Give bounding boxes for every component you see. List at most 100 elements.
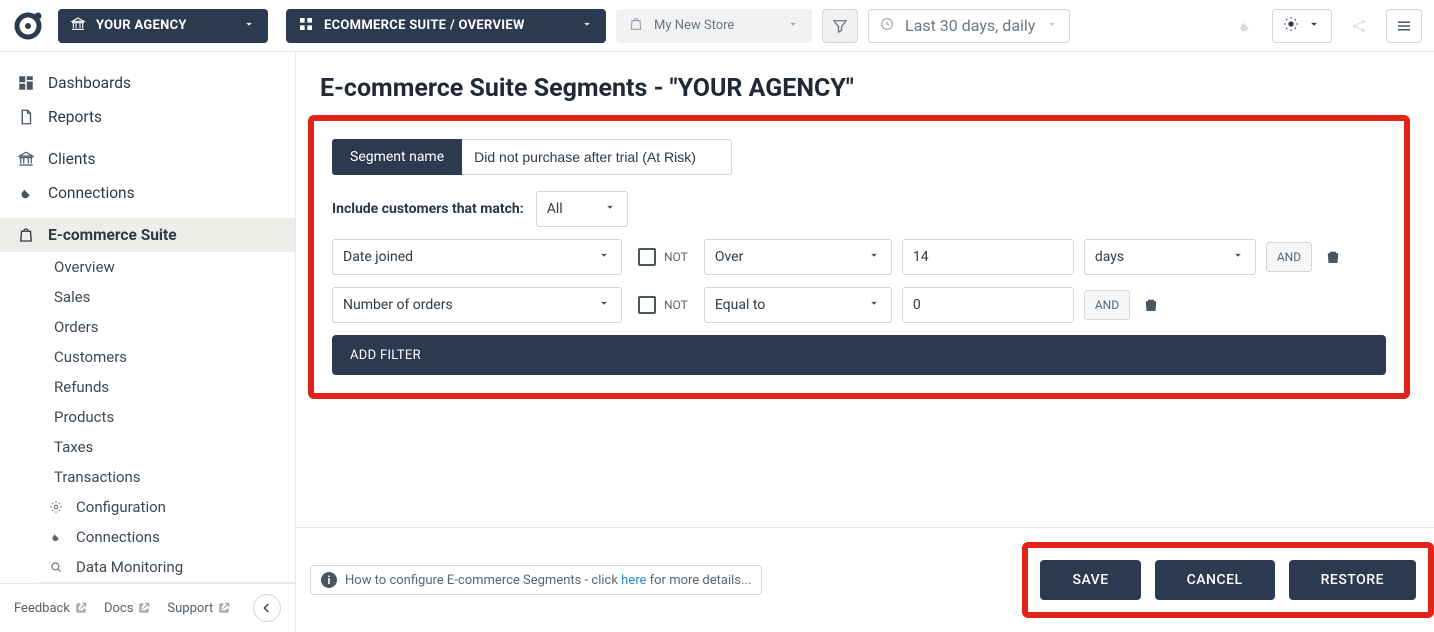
hint-prefix: How to configure E-commerce Segments - c…	[345, 573, 621, 588]
action-highlight: SAVE CANCEL RESTORE	[1022, 542, 1434, 618]
module-label: ECOMMERCE SUITE / OVERVIEW	[324, 18, 525, 33]
page-title: E-commerce Suite Segments - "YOUR AGENCY…	[296, 52, 1434, 115]
agency-switcher[interactable]: YOUR AGENCY	[58, 9, 268, 43]
footer-support[interactable]: Support	[167, 601, 231, 616]
sidebar-sub-taxes[interactable]: Taxes	[38, 432, 295, 462]
chevron-down-icon	[1307, 16, 1321, 35]
segment-name-label: Segment name	[332, 139, 462, 175]
sidebar-sub-products[interactable]: Products	[38, 402, 295, 432]
chevron-down-icon	[597, 248, 611, 266]
module-switcher[interactable]: ECOMMERCE SUITE / OVERVIEW	[286, 9, 606, 43]
bank-icon	[70, 16, 86, 36]
external-link-icon	[137, 601, 151, 615]
delete-row-button[interactable]	[1140, 294, 1162, 316]
not-checkbox[interactable]	[638, 296, 656, 314]
not-checkbox[interactable]	[638, 248, 656, 266]
external-link-icon	[74, 601, 88, 615]
field-select[interactable]: Number of orders	[332, 287, 622, 323]
footer-docs[interactable]: Docs	[104, 601, 151, 616]
sidebar-item-label: Dashboards	[48, 74, 131, 92]
sidebar-item-dashboards[interactable]: Dashboards	[0, 66, 295, 100]
theme-toggle[interactable]	[1272, 9, 1332, 43]
chevron-down-icon	[242, 16, 256, 35]
operator-select[interactable]: Equal to	[704, 287, 892, 323]
date-range-picker[interactable]: Last 30 days, daily	[868, 9, 1070, 43]
segment-editor: Segment name Include customers that matc…	[314, 121, 1404, 393]
sidebar-sub-transactions[interactable]: Transactions	[38, 462, 295, 492]
app-logo[interactable]	[8, 6, 48, 46]
chevron-down-icon	[1045, 16, 1059, 35]
sidebar-item-label: Clients	[48, 150, 95, 168]
value-input[interactable]: 0	[902, 287, 1074, 323]
bottom-bar: i How to configure E-commerce Segments -…	[296, 527, 1434, 632]
sidebar-sub-connections[interactable]: Connections	[38, 522, 295, 552]
restore-button[interactable]: RESTORE	[1289, 560, 1416, 600]
main: E-commerce Suite Segments - "YOUR AGENCY…	[296, 52, 1434, 632]
operator-select[interactable]: Over	[704, 239, 892, 275]
sidebar-item-label: Reports	[48, 108, 102, 126]
search-icon	[48, 560, 64, 574]
chevron-down-icon	[786, 16, 800, 35]
sidebar-sub-orders[interactable]: Orders	[38, 312, 295, 342]
save-button[interactable]: SAVE	[1040, 560, 1140, 600]
sidebar-sub-configuration[interactable]: Configuration	[38, 492, 295, 522]
logic-toggle[interactable]: AND	[1266, 242, 1312, 272]
hint-link[interactable]: here	[621, 573, 646, 588]
sidebar: Dashboards Reports Clients	[0, 52, 296, 632]
sidebar-sub-customers[interactable]: Customers	[38, 342, 295, 372]
clock-icon	[879, 16, 895, 36]
collapse-sidebar-button[interactable]	[253, 594, 281, 622]
match-label: Include customers that match:	[332, 201, 524, 217]
share-icon[interactable]	[1342, 9, 1376, 43]
segment-editor-highlight: Segment name Include customers that matc…	[308, 115, 1410, 399]
footer-feedback[interactable]: Feedback	[14, 601, 88, 616]
sidebar-sub-sales[interactable]: Sales	[38, 282, 295, 312]
store-switcher[interactable]: My New Store	[616, 9, 812, 43]
shopping-bag-icon	[628, 16, 644, 36]
sidebar-item-connections[interactable]: Connections	[0, 176, 295, 210]
grid-icon	[298, 16, 314, 36]
filter-row: Date joined NOT Over 14 d	[332, 239, 1386, 275]
logic-toggle[interactable]: AND	[1084, 290, 1130, 320]
date-range-label: Last 30 days, daily	[905, 16, 1035, 35]
filter-row: Number of orders NOT Equal to 0 AND	[332, 287, 1386, 323]
sidebar-footer: Feedback Docs Support	[0, 583, 295, 632]
sun-icon	[1283, 16, 1299, 36]
sidebar-sub-refunds[interactable]: Refunds	[38, 372, 295, 402]
add-filter-button[interactable]: ADD FILTER	[332, 335, 1386, 375]
sidebar-sub-overview[interactable]: Overview	[38, 252, 295, 282]
hint-box: i How to configure E-commerce Segments -…	[310, 565, 762, 595]
chevron-down-icon	[867, 296, 881, 314]
cancel-button[interactable]: CANCEL	[1155, 560, 1275, 600]
chevron-down-icon	[597, 296, 611, 314]
sidebar-item-reports[interactable]: Reports	[0, 100, 295, 134]
plug-icon	[16, 184, 36, 202]
plug-icon[interactable]	[1228, 9, 1262, 43]
not-label: NOT	[664, 298, 688, 312]
menu-button[interactable]	[1386, 9, 1422, 43]
field-select[interactable]: Date joined	[332, 239, 622, 275]
sidebar-item-ecommerce[interactable]: E-commerce Suite	[0, 218, 295, 252]
external-link-icon	[217, 601, 231, 615]
segment-name-input[interactable]	[462, 139, 732, 175]
hint-suffix: for more details...	[650, 573, 752, 588]
gear-icon	[48, 500, 64, 514]
sidebar-item-clients[interactable]: Clients	[0, 142, 295, 176]
unit-select[interactable]: days	[1084, 239, 1256, 275]
sidebar-item-label: E-commerce Suite	[48, 226, 177, 244]
filter-button[interactable]	[822, 9, 858, 43]
delete-row-button[interactable]	[1322, 246, 1344, 268]
sidebar-sub-data-monitoring[interactable]: Data Monitoring	[38, 552, 295, 582]
chevron-down-icon	[603, 200, 617, 218]
topbar: YOUR AGENCY ECOMMERCE SUITE / OVERVIEW M…	[0, 0, 1434, 52]
value-input[interactable]: 14	[902, 239, 1074, 275]
dashboard-icon	[16, 74, 36, 92]
agency-label: YOUR AGENCY	[96, 18, 187, 33]
plug-icon	[48, 530, 64, 544]
match-mode-select[interactable]: All	[536, 191, 628, 227]
file-icon	[16, 108, 36, 126]
bank-icon	[16, 150, 36, 168]
sidebar-item-label: Connections	[48, 184, 135, 202]
store-label: My New Store	[654, 18, 734, 33]
not-label: NOT	[664, 250, 688, 264]
